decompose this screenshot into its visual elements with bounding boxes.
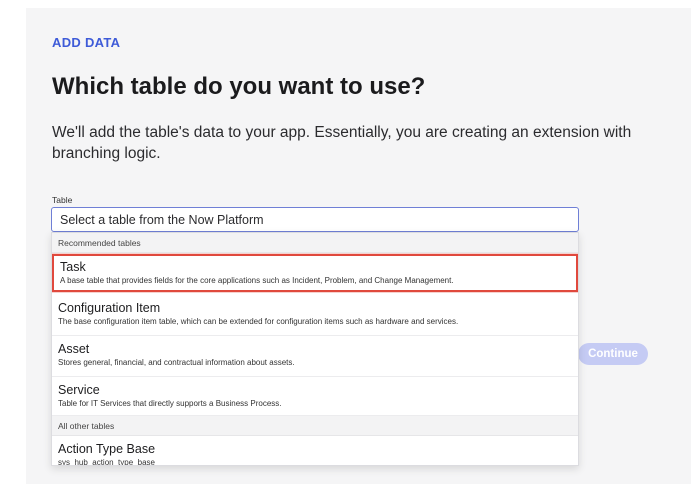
option-title: Action Type Base [58, 442, 156, 456]
page-description: We'll add the table's data to your app. … [52, 124, 632, 162]
option-title: Service [58, 383, 100, 397]
option-title: Asset [58, 342, 90, 356]
option-description: The base configuration item table, which… [58, 317, 459, 326]
table-select-input[interactable] [51, 207, 579, 232]
all-other-tables-header: All other tables [52, 416, 578, 436]
page-title: Which table do you want to use? [52, 73, 426, 100]
option-asset[interactable]: Asset Stores general, financial, and con… [52, 337, 578, 377]
continue-button[interactable]: Continue [578, 343, 648, 365]
option-title: Configuration Item [58, 301, 161, 315]
option-description: Table for IT Services that directly supp… [58, 399, 282, 408]
table-field-label: Table [52, 195, 73, 205]
option-configuration-item[interactable]: Configuration Item The base configuratio… [52, 296, 578, 336]
table-dropdown-list[interactable]: Recommended tables Task A base table tha… [51, 232, 579, 466]
option-description: sys_hub_action_type_base [58, 458, 155, 466]
option-task[interactable]: Task A base table that provides fields f… [52, 254, 578, 292]
recommended-tables-header: Recommended tables [52, 233, 578, 253]
option-description: Stores general, financial, and contractu… [58, 358, 295, 367]
option-title: Task [60, 260, 86, 274]
option-service[interactable]: Service Table for IT Services that direc… [52, 378, 578, 416]
option-description: A base table that provides fields for th… [60, 276, 454, 285]
option-action-type-base[interactable]: Action Type Base sys_hub_action_type_bas… [52, 437, 578, 466]
step-eyebrow: ADD DATA [52, 35, 121, 50]
